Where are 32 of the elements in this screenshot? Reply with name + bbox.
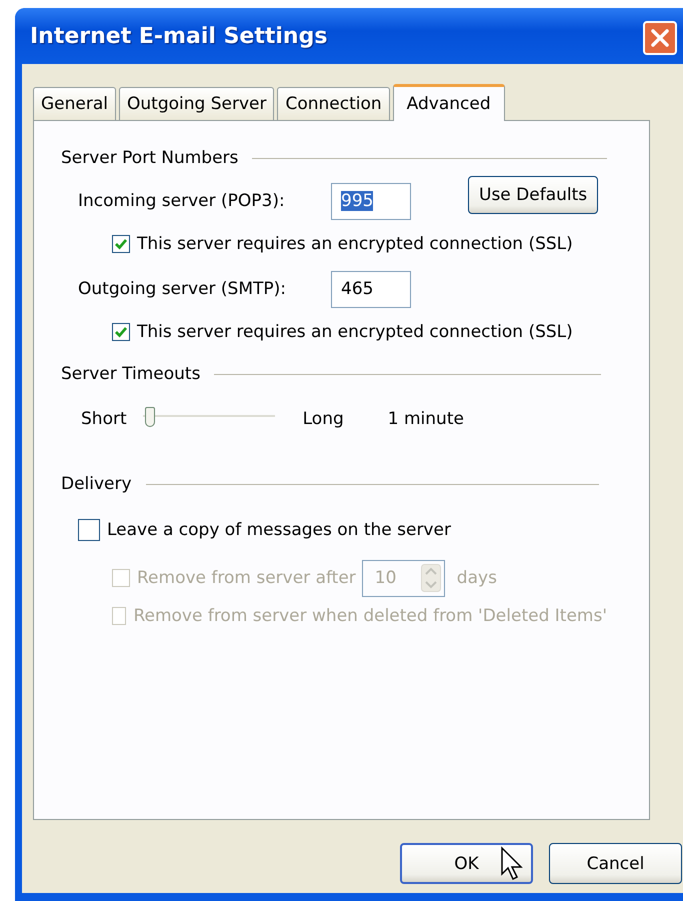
- checkbox-label: This server requires an encrypted connection (SSL): [137, 234, 573, 254]
- field-label: Incoming server (POP3):: [78, 191, 286, 211]
- use-defaults-button[interactable]: Use Defaults: [468, 176, 598, 214]
- checkbox-label: Leave a copy of messages on the server: [107, 520, 451, 540]
- group-heading: Server Port Numbers: [61, 148, 238, 168]
- tab[interactable]: General: [33, 87, 116, 120]
- port-field[interactable]: 465: [331, 270, 411, 308]
- checkbox[interactable]: [78, 519, 100, 541]
- window-title: Internet E-mail Settings: [30, 24, 328, 48]
- field-label: Outgoing server (SMTP):: [78, 279, 288, 299]
- ok-button[interactable]: OK: [400, 843, 533, 884]
- cancel-button[interactable]: Cancel: [549, 843, 682, 884]
- tab[interactable]: Advanced: [392, 84, 505, 121]
- close-button[interactable]: [643, 21, 677, 55]
- group-heading: Delivery: [61, 474, 132, 494]
- slider-thumb[interactable]: [144, 407, 155, 427]
- checkbox-label: Remove from server when deleted from 'Deleted Items': [133, 606, 607, 626]
- group-heading: Server Timeouts: [61, 364, 200, 384]
- checkbox[interactable]: [112, 235, 130, 253]
- checkbox-label: Remove from server after: [137, 568, 356, 588]
- mouse-pointer-icon: [500, 846, 526, 882]
- port-field[interactable]: 995: [331, 182, 411, 220]
- close-icon: [649, 27, 671, 49]
- checkbox-label: This server requires an encrypted connection (SSL): [137, 322, 573, 342]
- spin-arrows-icon[interactable]: [420, 564, 441, 592]
- days-label: days: [456, 568, 497, 588]
- slider-min-label: Short: [81, 409, 127, 429]
- checkbox[interactable]: [112, 323, 130, 341]
- slider-max-label: Long: [302, 409, 344, 429]
- tab[interactable]: Outgoing Server: [119, 87, 274, 120]
- tab[interactable]: Connection: [277, 87, 390, 120]
- timeout-reading: 1 minute: [388, 409, 464, 429]
